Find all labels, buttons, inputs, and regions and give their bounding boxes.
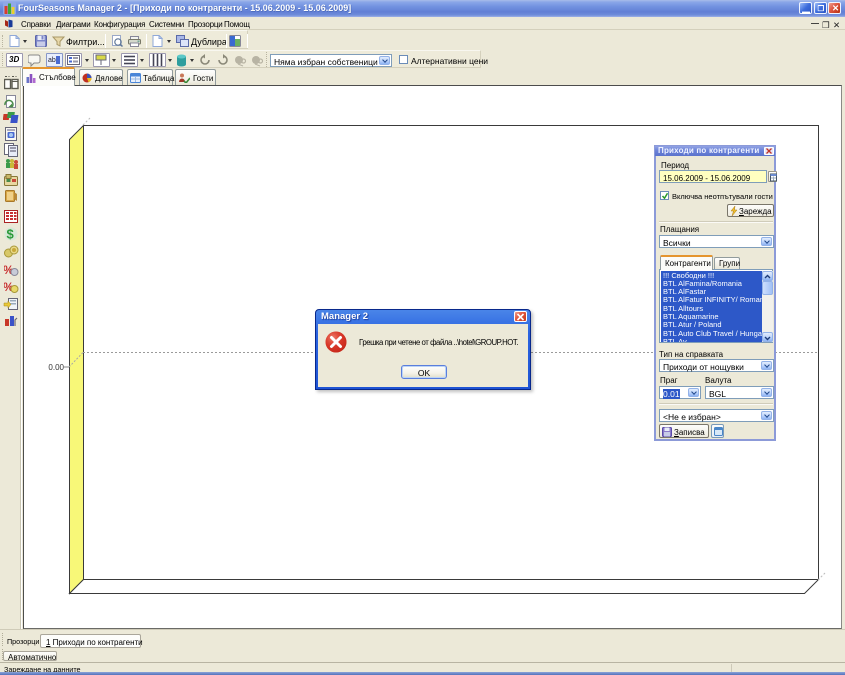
svg-text:0.00: 0.00 <box>48 363 64 372</box>
